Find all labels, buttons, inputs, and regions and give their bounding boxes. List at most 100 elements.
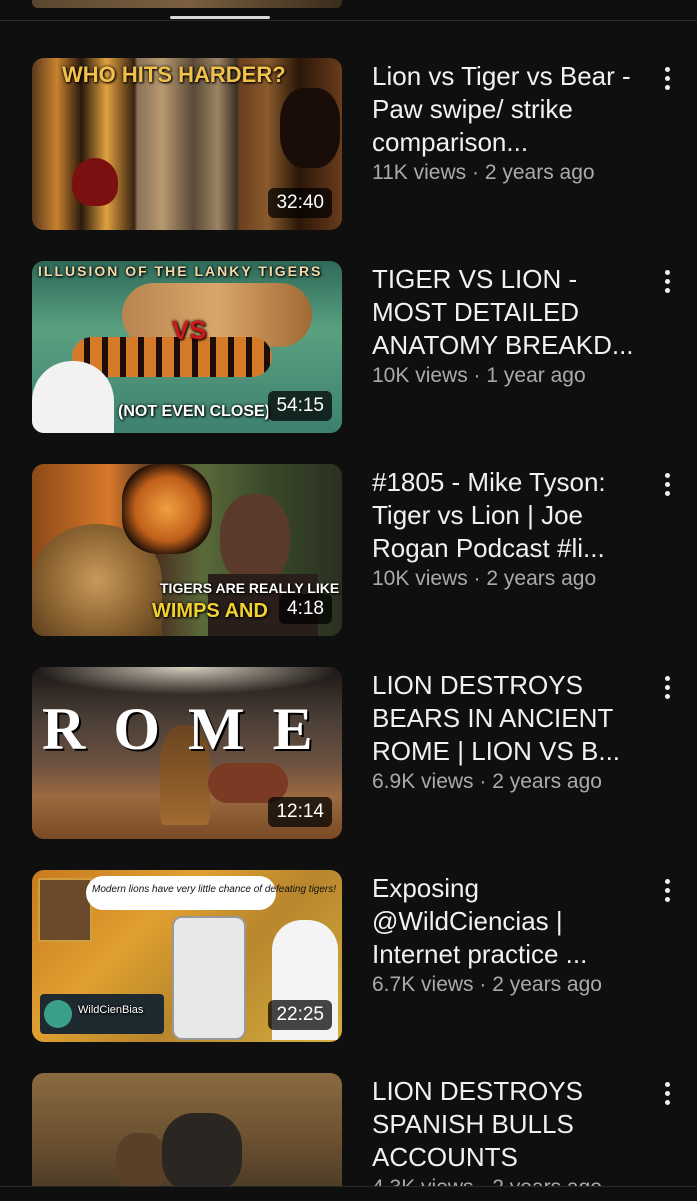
video-item[interactable]: TIGERS ARE REALLY LIKE WIMPS AND 4:18 #1… bbox=[0, 464, 697, 644]
previous-item-remnant bbox=[0, 0, 697, 21]
video-thumbnail[interactable]: TIGERS ARE REALLY LIKE WIMPS AND 4:18 bbox=[32, 464, 342, 636]
thumbnail-caption: (NOT EVEN CLOSE) bbox=[118, 403, 271, 420]
lion-shape bbox=[116, 1133, 166, 1186]
more-options-button[interactable] bbox=[652, 261, 682, 301]
menu-dot bbox=[664, 675, 670, 681]
menu-dot bbox=[664, 490, 670, 496]
duration-badge: 54:15 bbox=[268, 391, 332, 421]
dot-separator: · bbox=[473, 973, 493, 996]
menu-dot bbox=[664, 1090, 670, 1096]
video-thumbnail[interactable]: WHO HITS HARDER? 32:40 bbox=[32, 58, 342, 230]
video-meta: LION DESTROYS BEARS IN ANCIENT ROME | LI… bbox=[372, 669, 644, 796]
video-title[interactable]: TIGER VS LION - MOST DETAILED ANATOMY BR… bbox=[372, 263, 644, 362]
video-item[interactable]: LION DESTROYS SPANISH BULLS ACCOUNTS 4.3… bbox=[0, 1073, 697, 1186]
mouth-shape bbox=[72, 158, 118, 206]
video-stats: 6.7K views · 2 years ago bbox=[372, 971, 644, 999]
duration-badge: 32:40 bbox=[268, 188, 332, 218]
menu-dot bbox=[664, 1081, 670, 1087]
upload-age: 2 years ago bbox=[492, 973, 602, 996]
channel-avatar bbox=[44, 1000, 72, 1028]
thumbnail-caption-2: WIMPS AND bbox=[152, 600, 268, 622]
video-stats: 11K views · 2 years ago bbox=[372, 159, 644, 187]
menu-dot bbox=[664, 1099, 670, 1105]
upload-age: 2 years ago bbox=[484, 161, 595, 184]
menu-dot bbox=[664, 878, 670, 884]
bear-face-shape bbox=[280, 88, 340, 168]
view-count: 6.9K views bbox=[372, 770, 474, 793]
thumbnail-vs-text: VS bbox=[172, 315, 207, 345]
meme-faces bbox=[32, 361, 114, 433]
video-thumbnail[interactable]: Modern lions have very little chance of … bbox=[32, 870, 342, 1042]
menu-dot bbox=[664, 66, 670, 72]
video-stats: 10K views · 2 years ago bbox=[372, 565, 644, 593]
menu-dot bbox=[664, 75, 670, 81]
watch-progress-bar bbox=[170, 16, 270, 19]
view-count: 6.7K views bbox=[372, 973, 474, 996]
video-title[interactable]: LION DESTROYS SPANISH BULLS ACCOUNTS bbox=[372, 1075, 644, 1174]
dot-separator: · bbox=[474, 1176, 493, 1186]
video-title[interactable]: LION DESTROYS BEARS IN ANCIENT ROME | LI… bbox=[372, 669, 644, 768]
duration-badge: 22:25 bbox=[268, 1000, 332, 1030]
upload-age: 1 year ago bbox=[486, 364, 586, 387]
thumbnail-headline: ILLUSION OF THE LANKY TIGERS bbox=[38, 263, 323, 279]
menu-dot bbox=[664, 287, 670, 293]
phone-shape bbox=[172, 916, 246, 1040]
video-thumbnail[interactable] bbox=[32, 1073, 342, 1186]
more-options-button[interactable] bbox=[652, 870, 682, 910]
video-item[interactable]: ROME 12:14 LION DESTROYS BEARS IN ANCIEN… bbox=[0, 667, 697, 847]
video-item[interactable]: Modern lions have very little chance of … bbox=[0, 870, 697, 1050]
bull-shape bbox=[162, 1113, 242, 1186]
more-options-button[interactable] bbox=[652, 464, 682, 504]
video-stats: 6.9K views · 2 years ago bbox=[372, 768, 644, 796]
duration-badge: 4:18 bbox=[279, 594, 332, 624]
menu-dot bbox=[664, 693, 670, 699]
video-stats: 10K views · 1 year ago bbox=[372, 362, 644, 390]
video-meta: #1805 - Mike Tyson: Tiger vs Lion | Joe … bbox=[372, 466, 644, 593]
previous-thumbnail-edge[interactable] bbox=[32, 0, 342, 8]
arena-light bbox=[32, 667, 342, 695]
video-title[interactable]: Lion vs Tiger vs Bear - Paw swipe/ strik… bbox=[372, 60, 644, 159]
menu-dot bbox=[664, 278, 670, 284]
menu-dot bbox=[664, 472, 670, 478]
upload-age: 2 years ago bbox=[492, 1176, 602, 1186]
video-meta: LION DESTROYS SPANISH BULLS ACCOUNTS 4.3… bbox=[372, 1075, 644, 1186]
view-count: 10K views bbox=[372, 567, 468, 590]
video-title[interactable]: #1805 - Mike Tyson: Tiger vs Lion | Joe … bbox=[372, 466, 644, 565]
menu-dot bbox=[664, 896, 670, 902]
dot-separator: · bbox=[466, 161, 485, 184]
tiger-shape bbox=[122, 464, 212, 554]
thumbnail-headline: WHO HITS HARDER? bbox=[62, 62, 286, 87]
bottom-navigation-bar bbox=[0, 1186, 697, 1201]
video-thumbnail[interactable]: ILLUSION OF THE LANKY TIGERS VS (NOT EVE… bbox=[32, 261, 342, 433]
video-stats: 4.3K views · 2 years ago bbox=[372, 1174, 644, 1186]
video-item[interactable]: WHO HITS HARDER? 32:40 Lion vs Tiger vs … bbox=[0, 58, 697, 238]
menu-dot bbox=[664, 481, 670, 487]
view-count: 11K views bbox=[372, 161, 467, 184]
duration-badge: 12:14 bbox=[268, 797, 332, 827]
upload-age: 2 years ago bbox=[492, 770, 602, 793]
menu-dot bbox=[664, 684, 670, 690]
dot-separator: · bbox=[473, 770, 493, 793]
more-options-button[interactable] bbox=[652, 1073, 682, 1113]
video-item[interactable]: ILLUSION OF THE LANKY TIGERS VS (NOT EVE… bbox=[0, 261, 697, 441]
more-options-button[interactable] bbox=[652, 667, 682, 707]
framed-picture bbox=[38, 878, 92, 942]
video-thumbnail[interactable]: ROME 12:14 bbox=[32, 667, 342, 839]
menu-dot bbox=[664, 84, 670, 90]
menu-dot bbox=[664, 887, 670, 893]
view-count: 4.3K views bbox=[372, 1176, 474, 1186]
more-options-button[interactable] bbox=[652, 58, 682, 98]
view-count: 10K views bbox=[372, 364, 468, 387]
upload-age: 2 years ago bbox=[486, 567, 597, 590]
video-meta: TIGER VS LION - MOST DETAILED ANATOMY BR… bbox=[372, 263, 644, 390]
menu-dot bbox=[664, 269, 670, 275]
thumbnail-headline: ROME bbox=[42, 696, 341, 762]
channel-name-text: WildCienBias bbox=[78, 1004, 144, 1016]
video-title[interactable]: Exposing @WildCiencias | Internet practi… bbox=[372, 872, 644, 971]
speech-bubble-text: Modern lions have very little chance of … bbox=[92, 884, 337, 895]
dot-separator: · bbox=[467, 364, 487, 387]
video-meta: Lion vs Tiger vs Bear - Paw swipe/ strik… bbox=[372, 60, 644, 187]
dot-separator: · bbox=[467, 567, 487, 590]
person-shape bbox=[220, 494, 290, 584]
video-meta: Exposing @WildCiencias | Internet practi… bbox=[372, 872, 644, 999]
